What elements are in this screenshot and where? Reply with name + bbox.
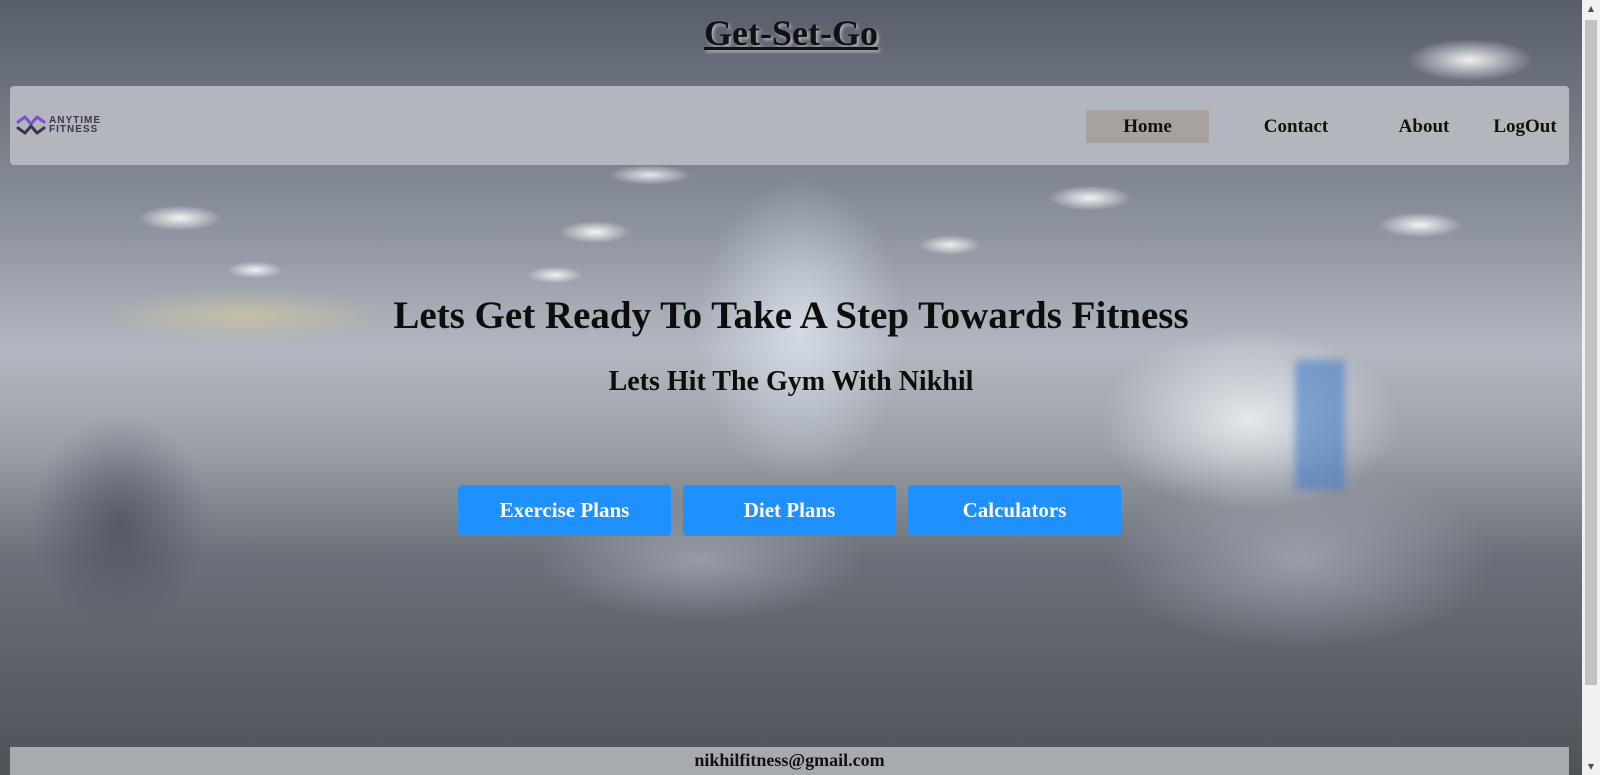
hero-actions: Exercise Plans Diet Plans Calculators bbox=[458, 485, 1121, 536]
anytime-fitness-logo-icon bbox=[16, 115, 46, 135]
site-title: Get-Set-Go bbox=[704, 13, 878, 53]
hero-heading: Lets Get Ready To Take A Step Towards Fi… bbox=[393, 294, 1189, 337]
brand-logo-text: ANYTIME FITNESS bbox=[49, 116, 101, 135]
nav-links: Home Contact About LogOut bbox=[1086, 110, 1569, 143]
nav-link-about[interactable]: About bbox=[1375, 110, 1473, 143]
exercise-plans-button[interactable]: Exercise Plans bbox=[458, 485, 671, 536]
brand-logo-line2: FITNESS bbox=[49, 124, 99, 135]
footer-email[interactable]: nikhilfitness@gmail.com bbox=[694, 750, 884, 770]
page-scrollbar[interactable]: ▲ ▼ bbox=[1582, 0, 1600, 775]
nav-link-home[interactable]: Home bbox=[1086, 110, 1209, 143]
nav-link-contact[interactable]: Contact bbox=[1235, 110, 1357, 143]
navbar: ANYTIME FITNESS Home Contact About LogOu… bbox=[10, 86, 1569, 165]
footer: nikhilfitness@gmail.com bbox=[10, 747, 1569, 775]
brand-logo[interactable]: ANYTIME FITNESS bbox=[16, 114, 101, 136]
hero-subheading: Lets Hit The Gym With Nikhil bbox=[608, 366, 974, 397]
calculators-button[interactable]: Calculators bbox=[908, 485, 1121, 536]
scroll-up-arrow-icon[interactable]: ▲ bbox=[1582, 0, 1600, 17]
scroll-down-arrow-icon[interactable]: ▼ bbox=[1582, 758, 1600, 775]
scrollbar-thumb[interactable] bbox=[1585, 20, 1597, 685]
nav-link-logout[interactable]: LogOut bbox=[1489, 110, 1561, 143]
diet-plans-button[interactable]: Diet Plans bbox=[683, 485, 896, 536]
